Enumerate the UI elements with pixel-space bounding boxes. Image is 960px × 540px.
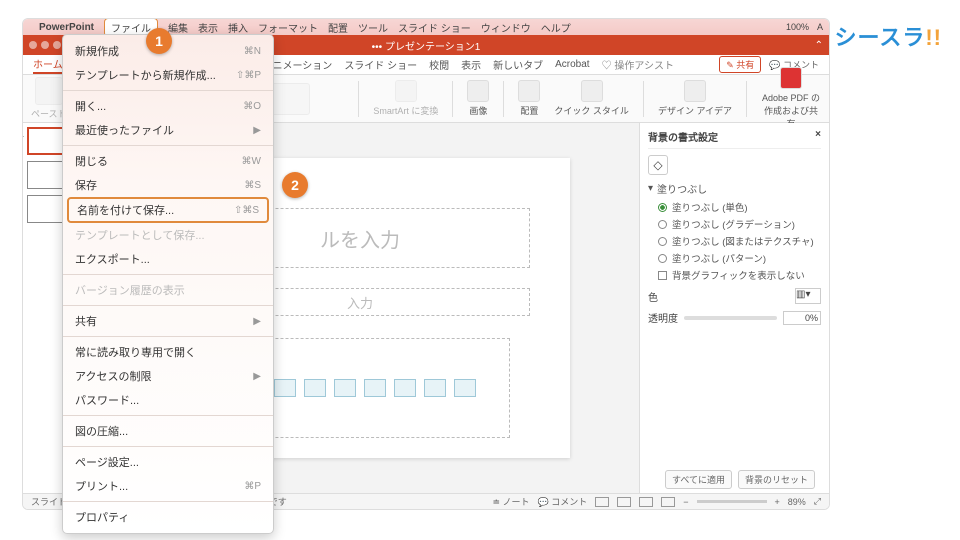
- insert-chart-icon[interactable]: [274, 379, 296, 397]
- menu-arrange[interactable]: 配置: [328, 20, 348, 35]
- tab-home[interactable]: ホーム: [33, 56, 63, 74]
- file-menu-item: テンプレートとして保存...: [63, 223, 273, 247]
- zoom-out-icon[interactable]: −: [683, 497, 688, 507]
- picture-icon: [467, 80, 489, 102]
- file-menu-dropdown: 新規作成⌘Nテンプレートから新規作成...⇧⌘P開く...⌘O最近使ったファイル…: [62, 34, 274, 534]
- insert-icon-icon[interactable]: [454, 379, 476, 397]
- menu-view[interactable]: 表示: [198, 20, 218, 35]
- adobe-group[interactable]: Adobe PDF の 作成および共有: [761, 67, 821, 130]
- file-menu-item[interactable]: 図の圧縮...: [63, 419, 273, 443]
- design-ideas-icon: [684, 80, 706, 102]
- tab-slideshow[interactable]: スライド ショー: [344, 57, 417, 72]
- tab-acrobat[interactable]: Acrobat: [555, 59, 589, 70]
- file-menu-item: バージョン履歴の表示: [63, 278, 273, 302]
- picture-group[interactable]: 画像: [467, 80, 489, 117]
- ribbon-collapse-icon[interactable]: ⌃: [815, 40, 823, 51]
- adobe-pdf-icon: [780, 67, 802, 89]
- fill-gradient[interactable]: 塗りつぶし (グラデーション): [658, 217, 821, 231]
- zoom-value[interactable]: 89%: [788, 497, 806, 507]
- reset-bg-button[interactable]: 背景のリセット: [738, 470, 815, 489]
- color-label: 色: [648, 289, 658, 304]
- site-logo: シースラ!!: [834, 20, 942, 52]
- close-icon[interactable]: [29, 41, 37, 49]
- insert-picture-icon[interactable]: [364, 379, 386, 397]
- fill-tool-icon[interactable]: ◇: [648, 155, 668, 175]
- zoom-in-icon[interactable]: +: [775, 497, 780, 507]
- insert-smartart-icon[interactable]: [304, 379, 326, 397]
- ime-indicator: A: [817, 22, 823, 32]
- app-name[interactable]: PowerPoint: [39, 22, 94, 33]
- file-menu-item[interactable]: 最近使ったファイル▶: [63, 118, 273, 142]
- menu-edit[interactable]: 編集: [168, 20, 188, 35]
- annotation-badge-2: 2: [282, 172, 308, 198]
- menu-insert[interactable]: 挿入: [228, 20, 248, 35]
- transparency-slider[interactable]: [684, 316, 777, 320]
- file-menu-item[interactable]: エクスポート...: [63, 247, 273, 271]
- share-button[interactable]: ✎ 共有: [719, 56, 761, 73]
- minimize-icon[interactable]: [41, 41, 49, 49]
- zoom-icon[interactable]: [53, 41, 61, 49]
- fill-pattern[interactable]: 塗りつぶし (パターン): [658, 251, 821, 265]
- insert-online-pic-icon[interactable]: [394, 379, 416, 397]
- tab-review[interactable]: 校閲: [429, 57, 449, 72]
- fill-picture[interactable]: 塗りつぶし (図またはテクスチャ): [658, 234, 821, 248]
- file-menu-item[interactable]: プロパティ: [63, 505, 273, 529]
- arrange-group[interactable]: 配置: [518, 80, 540, 117]
- mac-menubar: PowerPoint ファイル 編集 表示 挿入 フォーマット 配置 ツール ス…: [23, 19, 829, 35]
- notes-button[interactable]: ≐ ノート: [492, 495, 529, 508]
- pane-close-icon[interactable]: ×: [815, 129, 821, 144]
- file-menu-item[interactable]: 開く...⌘O: [63, 94, 273, 118]
- file-menu-item[interactable]: アクセスの制限▶: [63, 364, 273, 388]
- slideshow-view-icon[interactable]: [661, 497, 675, 507]
- fit-to-window-icon[interactable]: ⤢: [814, 496, 821, 507]
- reading-view-icon[interactable]: [639, 497, 653, 507]
- comments-status[interactable]: 💬 コメント: [538, 495, 588, 508]
- zoom-slider[interactable]: [697, 500, 767, 503]
- menu-help[interactable]: ヘルプ: [541, 20, 571, 35]
- tab-new[interactable]: 新しいタブ: [493, 57, 543, 72]
- hide-bg-graphics[interactable]: 背景グラフィックを表示しない: [658, 268, 821, 282]
- tell-me[interactable]: ♡ 操作アシスト: [602, 57, 674, 72]
- arrange-icon: [518, 80, 540, 102]
- styles-icon: [581, 80, 603, 102]
- file-menu-item[interactable]: 常に読み取り専用で開く: [63, 340, 273, 364]
- design-ideas-group[interactable]: デザイン アイデア: [658, 80, 732, 117]
- file-menu-item[interactable]: 保存⌘S: [63, 173, 273, 197]
- menu-window[interactable]: ウィンドウ: [481, 20, 531, 35]
- insert-video-icon[interactable]: [424, 379, 446, 397]
- normal-view-icon[interactable]: [595, 497, 609, 507]
- file-menu-item[interactable]: テンプレートから新規作成...⇧⌘P: [63, 63, 273, 87]
- transparency-value[interactable]: 0%: [783, 311, 821, 325]
- tab-view[interactable]: 表示: [461, 57, 481, 72]
- fill-section[interactable]: ▾ 塗りつぶし: [648, 181, 821, 196]
- smartart-group[interactable]: SmartArt に変換: [373, 80, 438, 117]
- transparency-label: 透明度: [648, 310, 678, 325]
- color-picker[interactable]: ▥▾: [795, 288, 821, 304]
- file-menu-item[interactable]: ページ設定...: [63, 450, 273, 474]
- menu-slideshow[interactable]: スライド ショー: [398, 20, 471, 35]
- file-menu-item[interactable]: プリント...⌘P: [63, 474, 273, 498]
- format-background-pane: 背景の書式設定 × ◇ ▾ 塗りつぶし 塗りつぶし (単色) 塗りつぶし (グラデ…: [639, 123, 829, 493]
- file-menu-item[interactable]: 閉じる⌘W: [63, 149, 273, 173]
- fill-solid[interactable]: 塗りつぶし (単色): [658, 200, 821, 214]
- battery-indicator: 100%: [786, 22, 809, 32]
- traffic-lights[interactable]: [29, 41, 61, 49]
- menu-format[interactable]: フォーマット: [258, 20, 318, 35]
- annotation-badge-1: 1: [146, 28, 172, 54]
- menu-tools[interactable]: ツール: [358, 20, 388, 35]
- pane-title: 背景の書式設定: [648, 129, 718, 144]
- insert-3d-icon[interactable]: [334, 379, 356, 397]
- file-menu-item[interactable]: パスワード...: [63, 388, 273, 412]
- apply-all-button[interactable]: すべてに適用: [665, 470, 732, 489]
- quickstyles-group[interactable]: クイック スタイル: [554, 80, 629, 117]
- file-menu-item[interactable]: 名前を付けて保存...⇧⌘S: [67, 197, 269, 223]
- sorter-view-icon[interactable]: [617, 497, 631, 507]
- file-menu-item[interactable]: 共有▶: [63, 309, 273, 333]
